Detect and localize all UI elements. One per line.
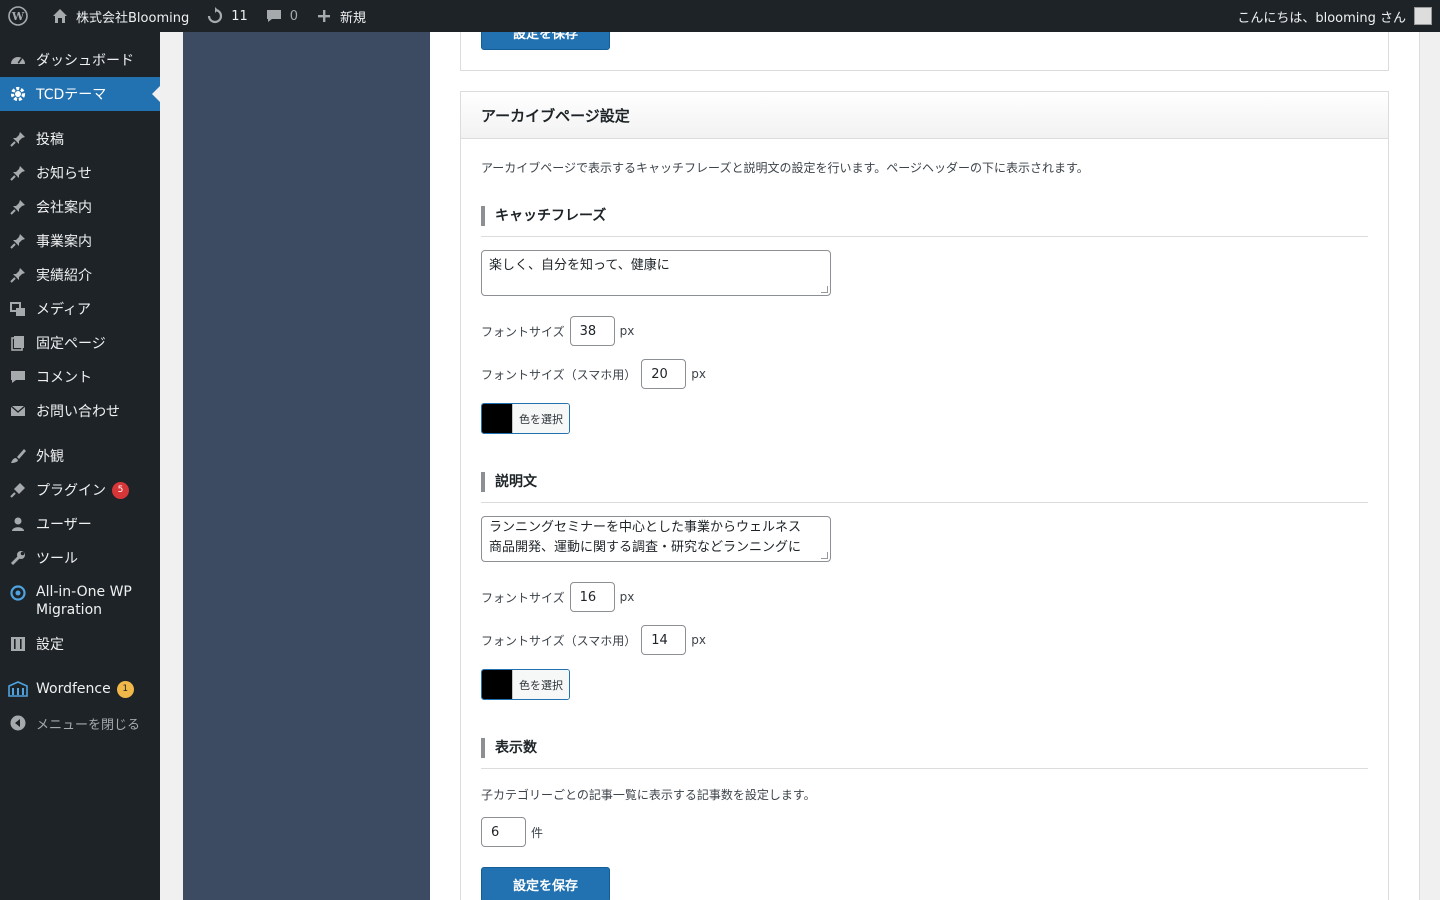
plugins-update-badge: 5	[112, 481, 129, 499]
updates-link[interactable]: 11	[197, 0, 256, 32]
wrench-icon	[8, 548, 28, 568]
explanation-color-picker[interactable]: 色を選択	[481, 669, 570, 700]
explanation-font-size-input[interactable]: 16	[569, 582, 615, 612]
sidebar-item-tools[interactable]: ツール	[0, 541, 160, 575]
sidebar-item-comments[interactable]: コメント	[0, 360, 160, 394]
sidebar-item-news[interactable]: お知らせ	[0, 156, 160, 190]
theme-options-content: 設定を保存 アーカイブページ設定 アーカイブページで表示するキャッチフレーズと説…	[430, 32, 1420, 900]
sidebar-item-wordfence[interactable]: Wordfence 1	[0, 672, 160, 706]
migration-icon	[8, 583, 28, 603]
sidebar-item-posts[interactable]: 投稿	[0, 122, 160, 156]
svg-text:W: W	[11, 10, 25, 23]
catchphrase-font-size-row: フォントサイズ 38 px	[481, 316, 1368, 346]
theme-options-nav-panel	[183, 32, 430, 900]
settings-sliders-icon	[8, 634, 28, 654]
explanation-font-size-row: フォントサイズ 16 px	[481, 582, 1368, 612]
my-account[interactable]: こんにちは、blooming さん	[1237, 7, 1440, 26]
comments-link[interactable]: 0	[256, 0, 306, 32]
site-name: 株式会社Blooming	[76, 10, 190, 26]
catchphrase-font-size-input[interactable]: 38	[569, 316, 615, 346]
dashboard-icon	[8, 50, 28, 70]
page-icon	[8, 333, 28, 353]
sidebar-item-appearance[interactable]: 外観	[0, 439, 160, 473]
collapse-menu-button[interactable]: メニューを閉じる	[0, 706, 160, 740]
catchphrase-color-picker[interactable]: 色を選択	[481, 403, 570, 434]
explanation-font-size-sp-row: フォントサイズ（スマホ用） 14 px	[481, 625, 1368, 655]
greeting: こんにちは、blooming さん	[1237, 10, 1406, 26]
sidebar-item-plugins[interactable]: プラグイン 5	[0, 473, 160, 507]
divider	[481, 502, 1368, 503]
save-settings-button[interactable]: 設定を保存	[481, 867, 611, 900]
pin-icon	[8, 231, 28, 251]
divider	[481, 768, 1368, 769]
post-count-input[interactable]: 6	[481, 817, 526, 847]
count-row: 6 件	[476, 817, 1368, 847]
color-swatch	[482, 404, 512, 433]
user-icon	[8, 514, 28, 534]
comment-icon	[264, 6, 284, 26]
pin-icon	[8, 265, 28, 285]
wordpress-icon: W	[8, 6, 28, 26]
plus-icon	[314, 6, 334, 26]
catchphrase-heading: キャッチフレーズ	[481, 206, 1368, 226]
comment-icon	[8, 367, 28, 387]
sidebar-item-dashboard[interactable]: ダッシュボード	[0, 43, 160, 77]
comments-count: 0	[289, 8, 299, 24]
wordpress-logo-button[interactable]: W	[0, 0, 42, 32]
sidebar-item-pages[interactable]: 固定ページ	[0, 326, 160, 360]
sidebar-item-settings[interactable]: 設定	[0, 627, 160, 661]
previous-settings-box: 設定を保存	[460, 32, 1389, 71]
sidebar-item-tcd-theme[interactable]: TCDテーマ	[0, 77, 160, 111]
explanation-heading: 説明文	[481, 472, 1368, 492]
sidebar-item-all-in-one-wp-migration[interactable]: All-in-One WP Migration	[0, 575, 160, 627]
updates-icon	[205, 6, 225, 26]
save-settings-button-top[interactable]: 設定を保存	[481, 32, 611, 50]
sidebar-item-company[interactable]: 会社案内	[0, 190, 160, 224]
pin-icon	[8, 163, 28, 183]
archive-settings-box: アーカイブページ設定 アーカイブページで表示するキャッチフレーズと説明文の設定を…	[460, 91, 1389, 900]
catchphrase-font-size-sp-input[interactable]: 20	[641, 359, 687, 389]
home-icon	[50, 6, 70, 26]
catchphrase-textarea[interactable]: 楽しく、自分を知って、健康に	[481, 250, 831, 296]
sidebar-item-media[interactable]: メディア	[0, 292, 160, 326]
avatar	[1414, 7, 1432, 25]
new-content-link[interactable]: 新規	[306, 0, 374, 32]
count-description: 子カテゴリーごとの記事一覧に表示する記事数を設定します。	[481, 788, 816, 802]
explanation-textarea[interactable]: ランニングセミナーを中心とした事業からウェルネス 商品開発、運動に関する調査・研…	[481, 516, 831, 562]
admin-bar: W 株式会社Blooming 11 0 新規 こんにちは、blooming さん	[0, 0, 1440, 32]
pin-icon	[8, 129, 28, 149]
pin-icon	[8, 197, 28, 217]
archive-description: アーカイブページで表示するキャッチフレーズと説明文の設定を行います。ページヘッダ…	[481, 161, 1089, 175]
count-heading: 表示数	[481, 738, 1368, 758]
sidebar-item-business[interactable]: 事業案内	[0, 224, 160, 258]
sidebar-item-contact[interactable]: お問い合わせ	[0, 394, 160, 428]
wordfence-icon	[8, 679, 28, 699]
site-name-link[interactable]: 株式会社Blooming	[42, 0, 197, 32]
new-label: 新規	[340, 10, 367, 26]
resize-grip-icon[interactable]	[821, 552, 828, 559]
paintbrush-icon	[8, 446, 28, 466]
mail-icon	[8, 401, 28, 421]
archive-settings-title: アーカイブページ設定	[461, 92, 1388, 139]
catchphrase-font-size-sp-row: フォントサイズ（スマホ用） 20 px	[481, 359, 1368, 389]
divider	[481, 236, 1368, 237]
gear-icon	[8, 84, 28, 104]
collapse-arrow-icon	[8, 713, 28, 733]
sidebar-item-users[interactable]: ユーザー	[0, 507, 160, 541]
sidebar-item-works[interactable]: 実績紹介	[0, 258, 160, 292]
updates-count: 11	[231, 8, 248, 24]
wordfence-badge: 1	[116, 680, 134, 698]
admin-sidebar: ダッシュボード TCDテーマ 投稿 お知らせ 会社案内 事業案内 実績紹介 メデ…	[0, 32, 160, 900]
color-swatch	[482, 670, 512, 699]
plugin-icon	[8, 480, 28, 500]
resize-grip-icon[interactable]	[821, 286, 828, 293]
media-icon	[8, 299, 28, 319]
explanation-font-size-sp-input[interactable]: 14	[641, 625, 687, 655]
